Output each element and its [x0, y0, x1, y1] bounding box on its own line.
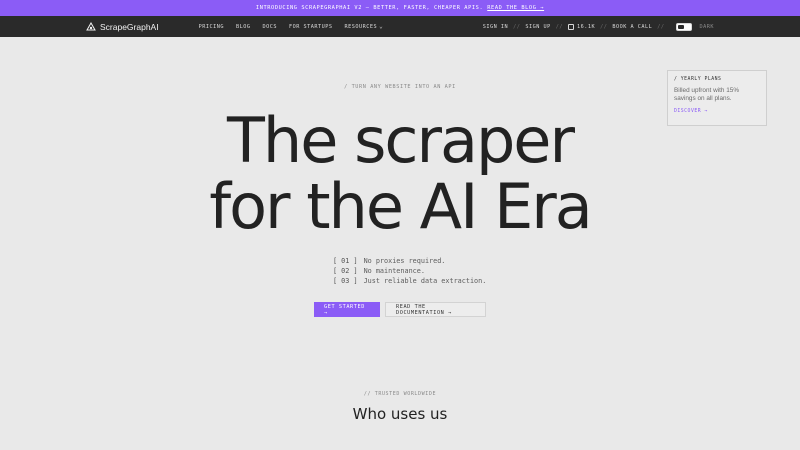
sign-up-link[interactable]: SIGN UP — [525, 24, 550, 30]
nav-pricing[interactable]: PRICING — [199, 24, 224, 30]
discover-link[interactable]: DISCOVER → — [674, 109, 760, 114]
logo[interactable]: ScrapeGraphAI — [86, 21, 159, 32]
feature-point-number: [ 01 ] — [333, 257, 358, 265]
trusted-eyebrow: // TRUSTED WORLDWIDE — [363, 391, 437, 397]
card-body: Billed upfront with 15% savings on all p… — [674, 87, 740, 102]
github-stars-link[interactable]: 16.1K — [568, 23, 596, 30]
headline-line-2: for the AI Era — [209, 170, 592, 243]
nav-docs[interactable]: DOCS — [262, 24, 277, 30]
github-stars-count: 16.1K — [577, 23, 596, 30]
nav-separator: // — [513, 23, 521, 30]
feature-point-number: [ 02 ] — [333, 267, 358, 275]
toggle-knob — [677, 24, 684, 29]
nav-right: SIGN IN // SIGN UP // 16.1K // BOOK A CA… — [483, 22, 714, 31]
nav-separator: // — [555, 23, 564, 30]
feature-point-number: [ 03 ] — [333, 277, 358, 285]
nav-resources-label: RESOURCES — [344, 24, 378, 30]
feature-point-text: Just reliable data extraction. — [363, 277, 487, 285]
hero-cta-group: GET STARTED → READ THE DOCUMENTATION → — [314, 302, 486, 317]
theme-label: DARK — [699, 23, 714, 30]
yearly-plans-card: / YEARLY PLANS Billed upfront with 15% s… — [667, 70, 767, 126]
feature-points: [ 01 ] No proxies required. [ 02 ] No main… — [333, 256, 486, 286]
read-documentation-button[interactable]: READ THE DOCUMENTATION → — [385, 302, 486, 317]
main-menu: PRICING BLOG DOCS FOR STARTUPS RESOURCES… — [199, 23, 384, 30]
announcement-bar: INTRODUCING SCRAPEGRAPHAI V2 – BETTER, F… — [0, 0, 800, 16]
chevron-down-icon: ⌄ — [379, 23, 384, 30]
feature-point-text: No proxies required. — [363, 257, 446, 265]
nav-for-startups[interactable]: FOR STARTUPS — [289, 24, 332, 30]
logo-icon — [86, 21, 96, 30]
nav-resources[interactable]: RESOURCES ⌄ — [344, 23, 383, 30]
github-icon — [568, 23, 575, 30]
nav-blog[interactable]: BLOG — [236, 24, 251, 30]
logo-text: ScrapeGraphAI — [100, 21, 159, 32]
sign-in-link[interactable]: SIGN IN — [483, 24, 508, 30]
nav-separator: // — [657, 23, 665, 30]
feature-point: [ 02 ] No maintenance. — [333, 266, 486, 276]
feature-point: [ 03 ] Just reliable data extraction. — [333, 276, 486, 286]
nav-separator: // — [600, 23, 608, 30]
theme-toggle[interactable] — [675, 22, 692, 31]
who-uses-us-heading: Who uses us — [352, 405, 448, 423]
get-started-button[interactable]: GET STARTED → — [314, 302, 380, 317]
card-title: / YEARLY PLANS — [674, 77, 722, 82]
hero-headline: The scraper for the AI Era — [0, 108, 800, 240]
read-blog-link[interactable]: READ THE BLOG → — [487, 5, 544, 11]
feature-point: [ 01 ] No proxies required. — [333, 256, 486, 266]
book-call-link[interactable]: BOOK A CALL — [612, 24, 652, 30]
announcement-text: INTRODUCING SCRAPEGRAPHAI V2 – BETTER, F… — [255, 5, 484, 11]
top-nav: ScrapeGraphAI PRICING BLOG DOCS FOR STAR… — [0, 16, 800, 37]
feature-point-text: No maintenance. — [363, 267, 425, 275]
